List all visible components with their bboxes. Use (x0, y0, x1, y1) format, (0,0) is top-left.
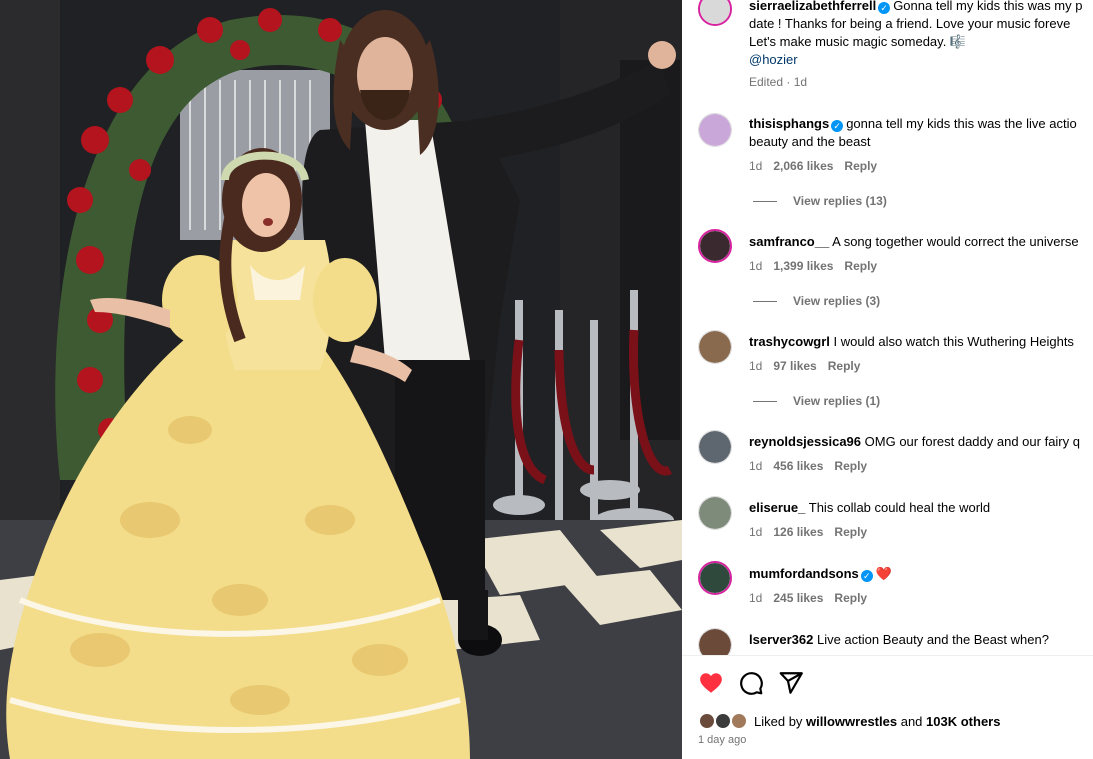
reply-button[interactable]: Reply (834, 525, 867, 539)
liked-by-user[interactable]: willowwrestles (806, 714, 897, 729)
comment-body: ❤️ (875, 566, 892, 581)
comment-likes[interactable]: 2,066 likes (773, 159, 833, 173)
comment-text: samfranco__ A song together would correc… (749, 233, 1093, 251)
comment-body: Live action Beauty and the Beast when? (816, 632, 1049, 647)
view-replies-label: View replies (3) (793, 294, 881, 308)
comment-age: 1d (749, 459, 763, 473)
comment-age: 1d (749, 525, 763, 539)
comment-meta: 1d 97 likes Reply (749, 359, 871, 373)
divider (753, 301, 777, 303)
verified-icon: ✓ (860, 570, 873, 582)
post-age[interactable]: 1 day ago (698, 734, 746, 746)
photo-illustration (0, 0, 682, 759)
comment-body: A song together would correct the univer… (832, 234, 1079, 249)
comment-username[interactable]: samfranco__ (749, 234, 829, 249)
verified-icon: ✓ (831, 120, 844, 132)
comment-likes[interactable]: 97 likes (773, 359, 816, 373)
comment-likes[interactable]: 245 likes (773, 591, 823, 605)
comment-meta: 1d 1,399 likes Reply (749, 259, 888, 273)
caption-line: date ! Thanks for being a friend. Love y… (749, 16, 1071, 31)
comment-icon[interactable] (738, 670, 764, 696)
comment-avatar[interactable] (698, 113, 732, 147)
post-photo[interactable] (0, 0, 682, 759)
comment-username[interactable]: trashycowgrl (749, 334, 830, 349)
author-avatar[interactable] (698, 0, 732, 26)
comment-meta: 1d 245 likes Reply (749, 591, 878, 605)
caption-text: Gonna tell my kids this was my p (893, 0, 1083, 13)
liker-avatar (730, 712, 748, 730)
comment-text: thisisphangs ✓ gonna tell my kids this was… (749, 115, 1093, 133)
divider (753, 201, 777, 203)
reply-button[interactable]: Reply (844, 259, 877, 273)
liked-by-others[interactable]: 103K others (926, 714, 1000, 729)
verified-icon: ✓ (878, 2, 891, 14)
comment-likes[interactable]: 456 likes (773, 459, 823, 473)
caption-line: Let's make music magic someday. 🎼 (749, 34, 967, 49)
comment-avatar[interactable] (698, 430, 732, 464)
comment-text: mumfordandsons ✓ ❤️ (749, 565, 1093, 583)
comment-meta: 1d 456 likes Reply (749, 459, 878, 473)
mention-link[interactable]: @hozier (749, 51, 1093, 69)
comment-meta: 1d 2,066 likes Reply (749, 159, 888, 173)
reply-button[interactable]: Reply (834, 459, 867, 473)
post-actions (698, 670, 804, 696)
liker-avatars[interactable] (698, 711, 750, 731)
comment-text: eliserue_ This collab could heal the wor… (749, 499, 1093, 517)
comment-age: 1d (749, 591, 763, 605)
comment-body: OMG our forest daddy and our fairy q (864, 434, 1080, 449)
comment-likes[interactable]: 1,399 likes (773, 259, 833, 273)
view-replies-label: View replies (13) (793, 194, 887, 208)
comment-username[interactable]: reynoldsjessica96 (749, 434, 861, 449)
comment-text: beauty and the beast (749, 134, 871, 149)
caption-edited: Edited · 1d (749, 75, 808, 89)
comment-text: lserver362 Live action Beauty and the Be… (749, 631, 1093, 649)
comment-avatar[interactable] (698, 496, 732, 530)
reply-button[interactable]: Reply (828, 359, 861, 373)
view-replies-button[interactable]: View replies (3) (753, 294, 880, 308)
comments-panel: sierraelizabethferrell ✓ Gonna tell my kid… (682, 0, 1093, 759)
view-replies-label: View replies (1) (793, 394, 881, 408)
comment-likes[interactable]: 126 likes (773, 525, 823, 539)
heart-filled-icon[interactable] (698, 670, 724, 696)
comment-username[interactable]: thisisphangs (749, 116, 829, 131)
comment-meta: 1d 126 likes Reply (749, 525, 878, 539)
comment-username[interactable]: lserver362 (749, 632, 813, 647)
comment-avatar[interactable] (698, 229, 732, 263)
comment-text: trashycowgrl I would also watch this Wut… (749, 333, 1093, 351)
comment-avatar[interactable] (698, 561, 732, 595)
comment-avatar[interactable] (698, 330, 732, 364)
actions-divider (682, 655, 1093, 656)
liked-by-prefix: Liked by (754, 713, 803, 729)
reply-button[interactable]: Reply (834, 591, 867, 605)
reply-button[interactable]: Reply (844, 159, 877, 173)
comment-username[interactable]: eliserue_ (749, 500, 805, 515)
liked-by-and: and (900, 713, 923, 729)
comment-age: 1d (749, 359, 763, 373)
comment-body: I would also watch this Wuthering Height… (833, 334, 1074, 349)
comment-text: reynoldsjessica96 OMG our forest daddy a… (749, 433, 1093, 451)
comment-body: gonna tell my kids this was the live act… (846, 116, 1077, 131)
view-replies-button[interactable]: View replies (13) (753, 194, 887, 208)
comment-avatar[interactable] (698, 628, 732, 655)
comment-body: This collab could heal the world (808, 500, 991, 515)
author-username[interactable]: sierraelizabethferrell (749, 0, 876, 13)
share-icon[interactable] (778, 670, 804, 696)
view-replies-button[interactable]: View replies (1) (753, 394, 880, 408)
liked-by: Liked by willowwrestles and 103K others (698, 711, 1000, 731)
comment-age: 1d (749, 159, 763, 173)
comments-list[interactable]: sierraelizabethferrell ✓ Gonna tell my kid… (682, 0, 1093, 655)
comment-age: 1d (749, 259, 763, 273)
comment-username[interactable]: mumfordandsons (749, 566, 859, 581)
divider (753, 401, 777, 403)
caption-line: sierraelizabethferrell ✓ Gonna tell my kid… (749, 0, 1093, 15)
